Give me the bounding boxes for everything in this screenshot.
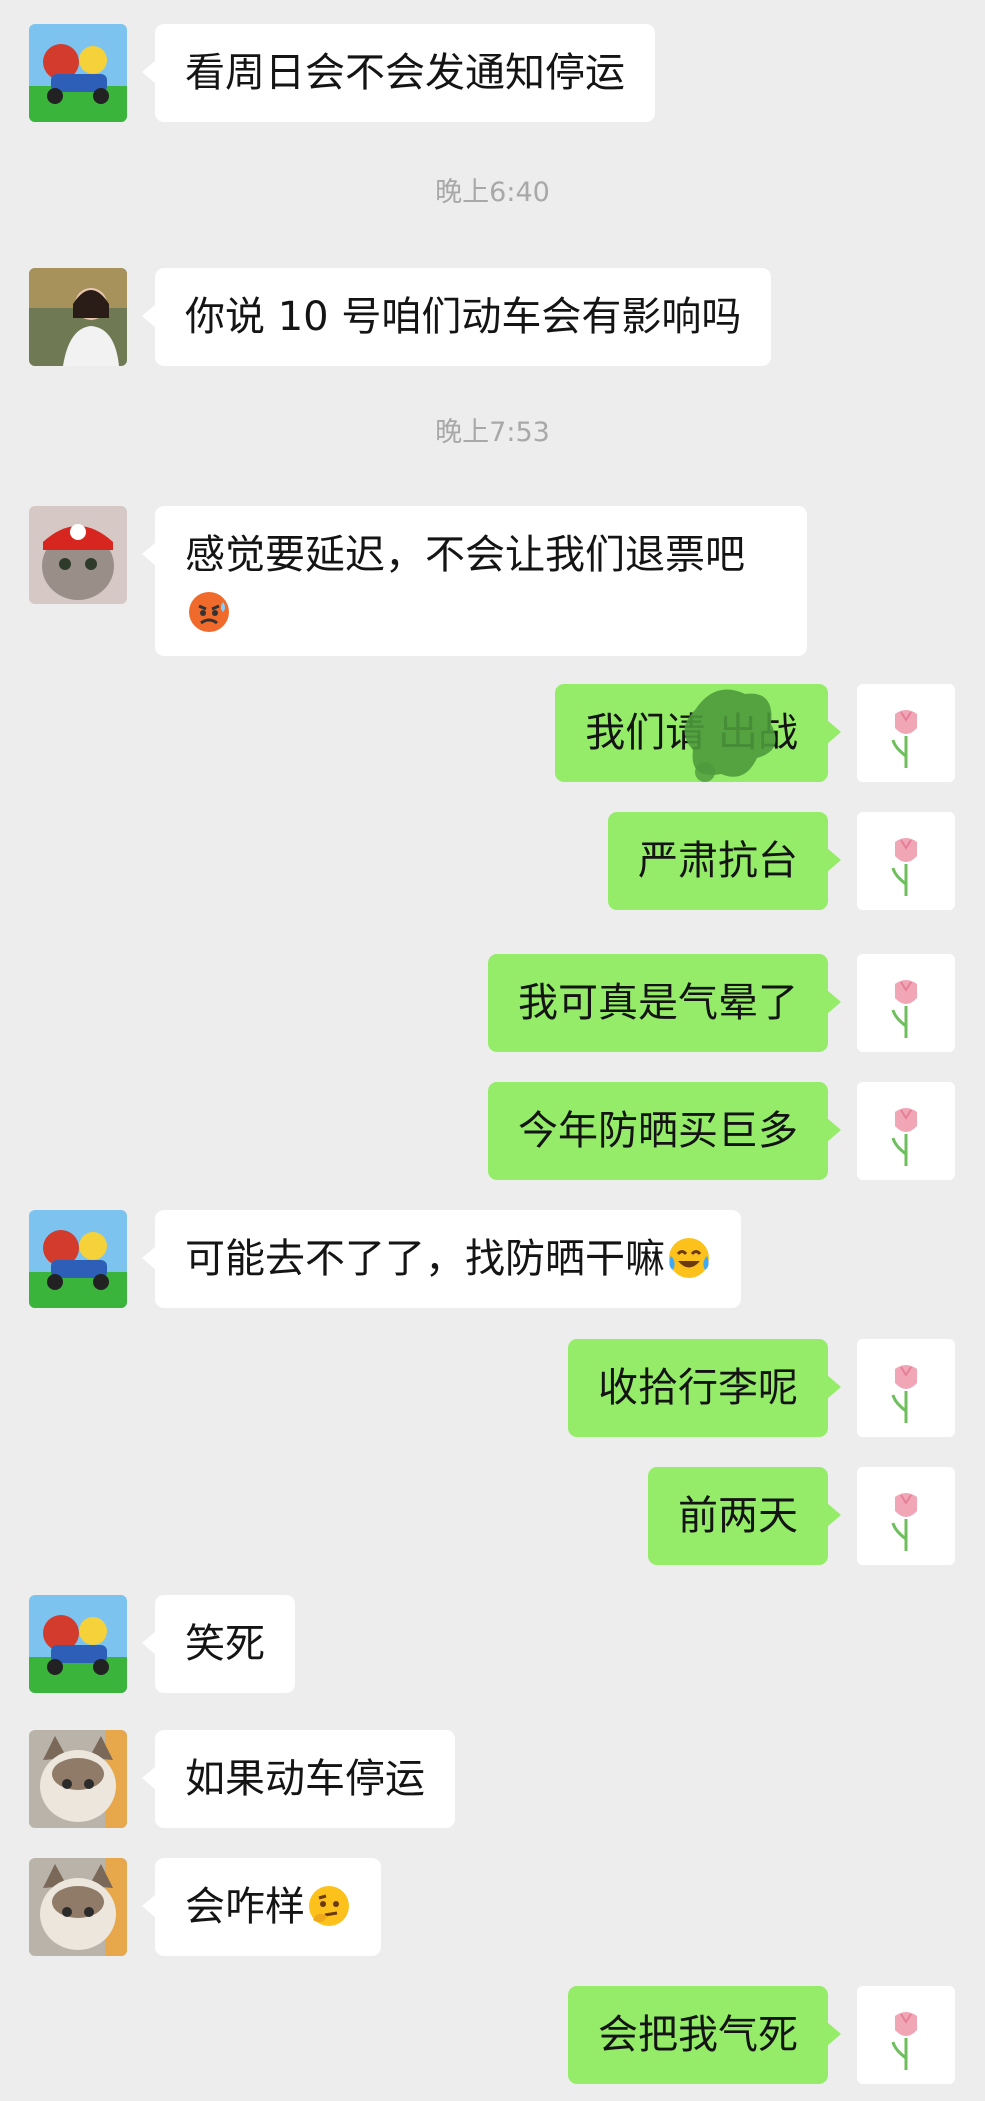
chat-message-row: 今年防晒买巨多 — [0, 1082, 985, 1182]
incoming-message-bubble[interactable]: 感觉要延迟，不会让我们退票吧 — [142, 506, 807, 656]
message-text: 看周日会不会发通知停运 — [185, 50, 625, 96]
tulip-avatar[interactable] — [857, 1339, 955, 1437]
girl-photo-avatar[interactable] — [29, 268, 127, 366]
message-text: 笑死 — [185, 1621, 265, 1667]
outgoing-message-bubble[interactable]: 前两天 — [648, 1467, 841, 1565]
chat-message-row: 会把我气死 — [0, 1986, 985, 2086]
message-text: 会咋样 — [185, 1884, 305, 1930]
ragdoll-cat-avatar[interactable] — [29, 1730, 127, 1828]
outgoing-message-bubble[interactable]: 我可真是气晕了 — [488, 954, 841, 1052]
message-text: 如果动车停运 — [185, 1756, 425, 1802]
outgoing-message-bubble[interactable]: 会把我气死 — [568, 1986, 841, 2084]
chat-message-row: 我可真是气晕了 — [0, 954, 985, 1054]
chat-message-row: 严肃抗台 — [0, 812, 985, 912]
chat-message-row: 如果动车停运 — [0, 1730, 985, 1830]
incoming-message-bubble[interactable]: 你说 10 号咱们动车会有影响吗 — [141, 268, 772, 366]
message-text: 前两天 — [678, 1493, 798, 1539]
chat-message-row: 会咋样 — [0, 1858, 985, 1958]
chat-message-row: 我们请 出战 — [0, 684, 985, 784]
message-text: 会把我气死 — [598, 2012, 798, 2058]
chat-message-row: 看周日会不会发通知停运 — [0, 24, 985, 124]
message-text: 收拾行李呢 — [598, 1365, 798, 1411]
ragdoll-cat-avatar[interactable] — [29, 1858, 127, 1956]
chat-message-row: 可能去不了了，找防晒干嘛 — [0, 1210, 985, 1310]
message-text: 严肃抗台 — [638, 838, 798, 884]
chat-message-row: 你说 10 号咱们动车会有影响吗 — [0, 268, 985, 368]
thinking-face-emoji — [307, 1884, 351, 1928]
chat-history[interactable]: 看周日会不会发通知停运 晚上6:40 你说 10 号咱们动车会有影响吗 晚上7:… — [0, 0, 985, 2101]
message-text: 你说 10 号咱们动车会有影响吗 — [185, 294, 742, 340]
message-text: 感觉要延迟，不会让我们退票吧 — [185, 532, 745, 578]
tulip-avatar[interactable] — [857, 1986, 955, 2084]
tulip-avatar[interactable] — [857, 1467, 955, 1565]
angry-sweat-emoji — [187, 590, 231, 634]
mario-kart-avatar[interactable] — [29, 24, 127, 122]
incoming-message-bubble[interactable]: 会咋样 — [142, 1858, 381, 1956]
message-text: 我可真是气晕了 — [518, 980, 798, 1026]
chat-message-row: 前两天 — [0, 1467, 985, 1567]
redaction-blot — [684, 689, 776, 782]
timestamp: 晚上7:53 — [435, 417, 550, 448]
chat-message-row: 感觉要延迟，不会让我们退票吧 — [0, 506, 985, 656]
incoming-message-bubble[interactable]: 可能去不了了，找防晒干嘛 — [142, 1210, 741, 1308]
mario-kart-avatar[interactable] — [29, 1595, 127, 1693]
crying-laughing-emoji — [667, 1236, 711, 1280]
mario-kart-avatar[interactable] — [29, 1210, 127, 1308]
chat-message-row: 笑死 — [0, 1595, 985, 1695]
chat-message-row: 收拾行李呢 — [0, 1339, 985, 1439]
cat-mario-hat-avatar[interactable] — [29, 506, 127, 604]
outgoing-message-bubble[interactable]: 今年防晒买巨多 — [488, 1082, 841, 1180]
outgoing-message-bubble[interactable]: 收拾行李呢 — [568, 1339, 841, 1437]
outgoing-message-bubble[interactable]: 我们请 出战 — [555, 684, 841, 782]
message-text: 今年防晒买巨多 — [518, 1108, 798, 1154]
tulip-avatar[interactable] — [857, 1082, 955, 1180]
tulip-avatar[interactable] — [857, 812, 955, 910]
incoming-message-bubble[interactable]: 如果动车停运 — [142, 1730, 455, 1828]
incoming-message-bubble[interactable]: 笑死 — [142, 1595, 295, 1693]
message-text: 可能去不了了，找防晒干嘛 — [185, 1236, 665, 1282]
outgoing-message-bubble[interactable]: 严肃抗台 — [608, 812, 841, 910]
tulip-avatar[interactable] — [857, 954, 955, 1052]
timestamp: 晚上6:40 — [435, 177, 550, 208]
incoming-message-bubble[interactable]: 看周日会不会发通知停运 — [142, 24, 655, 122]
tulip-avatar[interactable] — [857, 684, 955, 782]
